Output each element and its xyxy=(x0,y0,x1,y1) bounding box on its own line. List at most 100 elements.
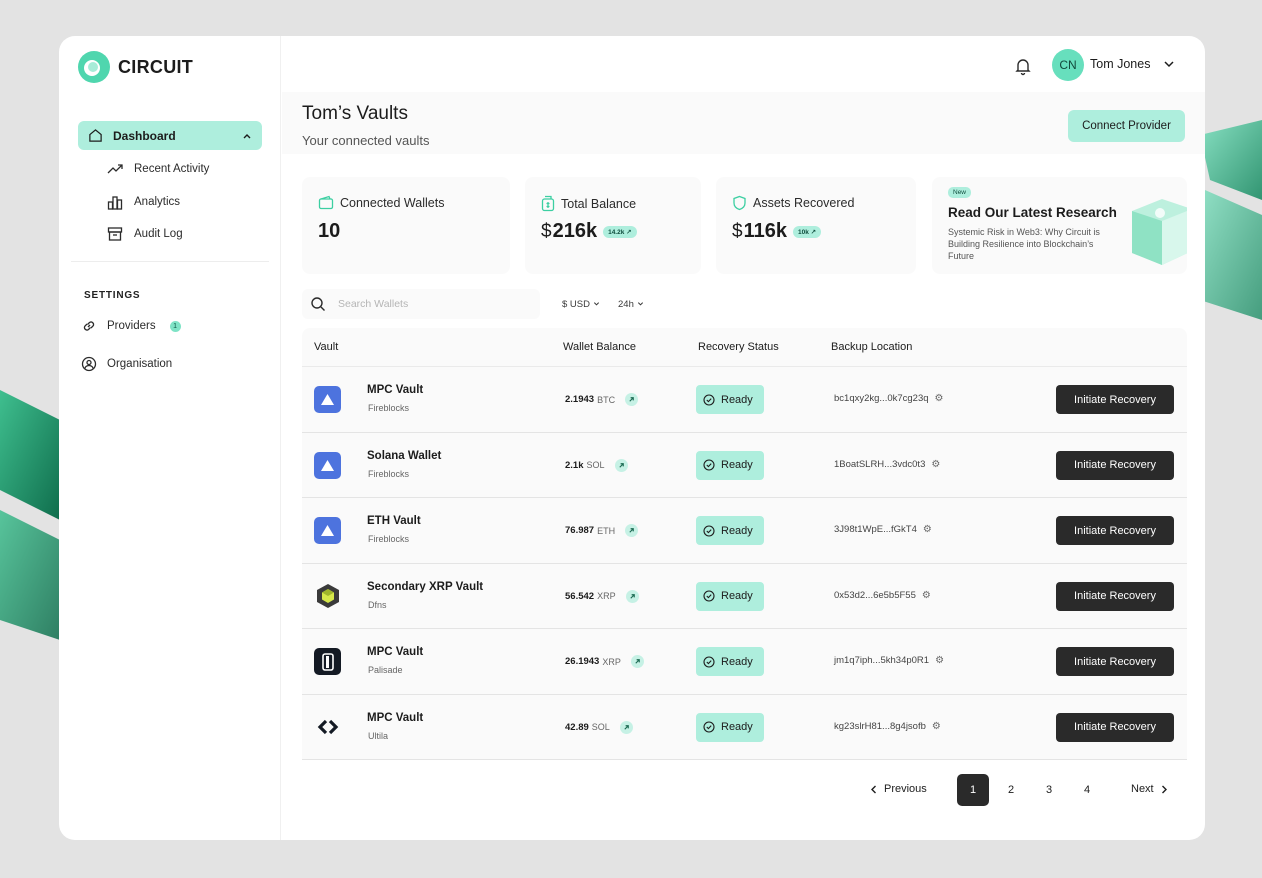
table-row[interactable]: ETH Vault Fireblocks 76.987 ETH Ready 3J… xyxy=(302,498,1187,564)
fireblocks-icon xyxy=(314,451,341,479)
gear-icon[interactable]: ⚙ xyxy=(935,655,944,666)
table-row[interactable]: MPC Vault Ultila 42.89 SOL Ready kg23slr… xyxy=(302,694,1187,760)
avatar[interactable]: CN xyxy=(1052,49,1084,81)
sidebar-item-label: Recent Activity xyxy=(134,163,210,175)
column-header-status[interactable]: Recovery Status xyxy=(698,341,779,353)
table-row[interactable]: MPC Vault Fireblocks 2.1943 BTC Ready bc… xyxy=(302,367,1187,433)
pagination-page-2[interactable]: 2 xyxy=(995,774,1027,806)
gear-icon[interactable]: ⚙ xyxy=(923,524,932,535)
backup-address: 3J98t1WpE...fGkT4 xyxy=(834,524,917,535)
search-box[interactable] xyxy=(302,289,540,319)
balance-unit: SOL xyxy=(586,460,605,470)
currency-select-value: $ USD xyxy=(562,299,590,310)
wallet-balance: 2.1k SOL xyxy=(565,458,628,472)
sidebar-item-audit-log[interactable]: Audit Log xyxy=(107,226,183,242)
stat-card-total-balance: Total Balance $ 216k 14.2k ↗ xyxy=(525,177,701,274)
chevron-up-icon xyxy=(243,133,251,138)
pagination-page-1[interactable]: 1 xyxy=(957,774,989,806)
backup-location: 1BoatSLRH...3vdc0t3 ⚙ xyxy=(834,459,940,470)
sidebar-item-label: Audit Log xyxy=(134,228,183,240)
balance-amount: 2.1943 xyxy=(565,394,595,405)
sidebar-item-label: Analytics xyxy=(134,196,181,208)
arrow-up-right-icon[interactable] xyxy=(625,524,639,537)
arrow-up-right-icon[interactable] xyxy=(625,589,639,603)
backup-location: kg23slrH81...8g4jsofb ⚙ xyxy=(834,721,941,732)
new-badge: New xyxy=(948,187,972,198)
status-label: Ready xyxy=(721,459,753,471)
bar-chart-icon xyxy=(107,196,123,210)
gear-icon[interactable]: ⚙ xyxy=(931,459,940,470)
sidebar-item-label: Dashboard xyxy=(113,128,176,143)
initiate-recovery-button[interactable]: Initiate Recovery xyxy=(1056,516,1174,545)
chevron-down-icon xyxy=(637,302,643,306)
arrow-up-right-icon[interactable] xyxy=(614,458,628,472)
backup-location: bc1qxy2kg...0k7cg23q ⚙ xyxy=(834,393,944,404)
gear-icon[interactable]: ⚙ xyxy=(935,393,944,404)
column-header-vault[interactable]: Vault xyxy=(314,341,338,353)
check-circle-icon xyxy=(703,459,715,471)
status-badge: Ready xyxy=(696,516,764,545)
fireblocks-icon xyxy=(314,517,341,544)
sidebar-item-analytics[interactable]: Analytics xyxy=(107,194,180,210)
backup-address: 0x53d2...6e5b5F55 xyxy=(834,589,916,601)
check-circle-icon xyxy=(703,393,715,406)
sidebar-item-organisation[interactable]: Organisation xyxy=(81,356,172,372)
change-badge: 10k ↗ xyxy=(792,225,822,238)
pagination-page-3[interactable]: 3 xyxy=(1033,774,1065,806)
research-card[interactable]: New Read Our Latest Research Systemic Ri… xyxy=(932,177,1187,274)
initiate-recovery-button[interactable]: Initiate Recovery xyxy=(1056,450,1174,480)
chevron-down-icon xyxy=(593,302,599,306)
sidebar: CIRCUIT Dashboard Recent Activity Analyt… xyxy=(59,36,281,840)
user-name[interactable]: Tom Jones xyxy=(1090,57,1150,71)
arrow-up-right-icon[interactable] xyxy=(630,655,644,668)
backup-location: jm1q7iph...5kh34p0R1 ⚙ xyxy=(834,655,944,666)
connect-provider-button[interactable]: Connect Provider xyxy=(1068,110,1185,142)
chevron-down-icon[interactable] xyxy=(1162,57,1176,71)
table-row[interactable]: Solana Wallet Fireblocks 2.1k SOL Ready … xyxy=(302,432,1187,498)
arrow-up-right-icon[interactable] xyxy=(619,720,633,734)
stat-label: Assets Recovered xyxy=(753,196,855,210)
vault-name: Secondary XRP Vault xyxy=(367,580,484,593)
currency-select[interactable]: $ USD xyxy=(562,299,600,310)
sidebar-item-label: Providers xyxy=(107,320,156,332)
logo[interactable]: CIRCUIT xyxy=(78,51,193,83)
sidebar-item-recent-activity[interactable]: Recent Activity xyxy=(107,162,209,176)
initiate-recovery-button[interactable]: Initiate Recovery xyxy=(1056,581,1174,611)
column-header-backup[interactable]: Backup Location xyxy=(831,341,912,353)
period-select[interactable]: 24h xyxy=(618,299,644,310)
arrow-up-right-icon[interactable] xyxy=(625,393,639,406)
pagination-next-label: Next xyxy=(1131,783,1154,795)
status-badge: Ready xyxy=(696,385,764,414)
balance-amount: 42.89 xyxy=(565,721,589,733)
balance-amount: 2.1k xyxy=(565,459,584,471)
stat-label: Total Balance xyxy=(561,196,637,211)
initiate-recovery-button[interactable]: Initiate Recovery xyxy=(1056,385,1174,414)
currency-symbol: $ xyxy=(541,220,552,242)
research-illustration xyxy=(1132,199,1187,265)
sidebar-item-providers[interactable]: Providers 1 xyxy=(81,318,181,334)
vault-provider: Fireblocks xyxy=(368,534,410,544)
research-title: Read Our Latest Research xyxy=(948,205,1117,220)
sidebar-item-dashboard[interactable]: Dashboard xyxy=(78,121,262,150)
search-input[interactable] xyxy=(338,298,518,310)
pagination-page-4[interactable]: 4 xyxy=(1071,774,1103,806)
table-row[interactable]: Secondary XRP Vault Dfns 56.542 XRP Read… xyxy=(302,563,1187,629)
column-header-balance[interactable]: Wallet Balance xyxy=(563,341,636,353)
vault-provider: Palisade xyxy=(368,665,403,675)
stat-value: 116k xyxy=(743,220,787,242)
gear-icon[interactable]: ⚙ xyxy=(922,590,931,601)
bell-icon[interactable] xyxy=(1013,56,1033,76)
wallet-balance: 26.1943 XRP xyxy=(565,655,644,668)
circuit-logo-icon xyxy=(78,51,110,83)
table-row[interactable]: MPC Vault Palisade 26.1943 XRP Ready jm1… xyxy=(302,629,1187,695)
status-badge: Ready xyxy=(696,450,764,480)
balance-unit: ETH xyxy=(597,525,616,536)
status-label: Ready xyxy=(721,393,753,406)
pagination-previous[interactable]: Previous xyxy=(870,783,927,795)
initiate-recovery-button[interactable]: Initiate Recovery xyxy=(1056,647,1174,676)
pagination-next[interactable]: Next xyxy=(1131,783,1168,795)
vault-name: MPC Vault xyxy=(367,384,424,396)
balance-amount: 76.987 xyxy=(565,525,595,536)
initiate-recovery-button[interactable]: Initiate Recovery xyxy=(1056,712,1174,742)
gear-icon[interactable]: ⚙ xyxy=(932,721,941,732)
